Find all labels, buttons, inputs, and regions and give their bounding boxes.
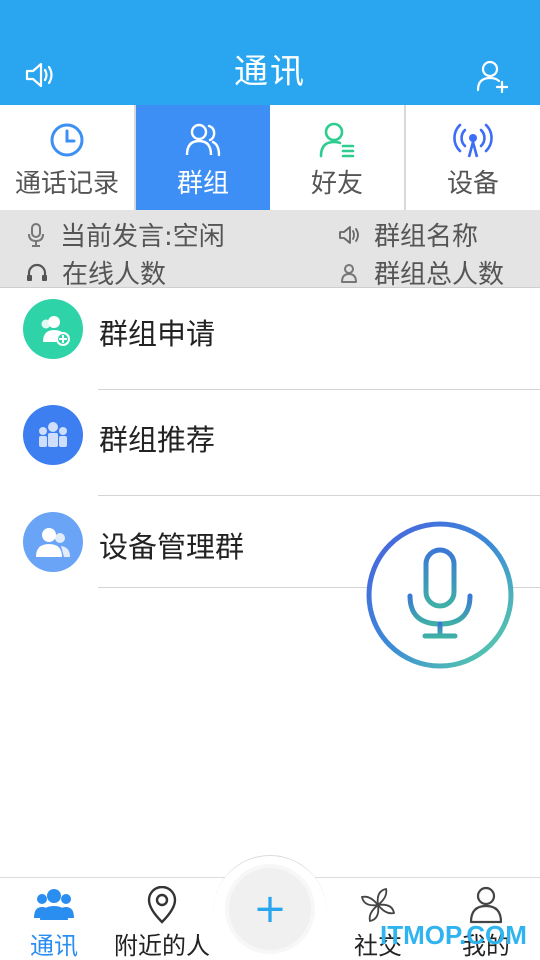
top-header: 通讯 [0,0,540,105]
current-speech-status: 当前发言:空闲 [26,216,225,253]
group-info-bar: 当前发言:空闲 在线人数 群组名称 群组总人数 [0,210,540,291]
divider [98,389,540,390]
contacts-icon [34,889,74,920]
device-signal-icon [453,123,493,158]
group-apply-icon [23,299,83,359]
person-icon [469,886,503,924]
headphones-icon [27,263,47,281]
nav-label: 附近的人 [114,932,210,960]
list-item-label: 群组推荐 [99,423,216,457]
clock-icon [50,123,84,157]
device-group-icon [23,512,83,572]
tab-label: 群组 [176,169,229,199]
nav-nearby[interactable]: 附近的人 [108,878,216,960]
watermark-text: ITMOP.COM [380,920,527,950]
list-item-label: 设备管理群 [99,530,245,564]
online-count-text: 在线人数 [62,260,167,290]
group-recommend-icon [23,405,83,465]
nav-contacts[interactable]: 通讯 [22,878,86,960]
tab-label: 设备 [446,169,499,199]
nav-label: 通讯 [30,932,78,960]
current-speech-text: 当前发言:空闲 [60,222,225,252]
tab-friends[interactable]: 好友 [270,105,406,210]
list-item-group-apply[interactable]: 群组申请 [0,299,540,405]
location-pin-icon [147,886,177,924]
page-title: 通讯 [234,52,306,92]
person-small-icon [341,263,357,283]
plus-icon: + [253,886,287,932]
microphone-small-icon [28,222,44,247]
group-total-text: 群组总人数 [374,260,505,290]
microphone-icon[interactable] [365,520,515,670]
tab-label: 好友 [310,169,363,199]
add-button[interactable]: + [229,868,311,950]
tab-bar: 通话记录 群组 好友 设备 [0,105,540,210]
divider [98,495,540,496]
list-item-label: 群组申请 [99,317,216,351]
tab-call-records[interactable]: 通话记录 [0,105,136,210]
list-item-group-recommend[interactable]: 群组推荐 [0,405,540,511]
group-name: 群组名称 [338,216,478,253]
pinwheel-icon [360,887,396,923]
tab-groups[interactable]: 群组 [136,105,270,210]
online-count: 在线人数 [26,254,166,291]
speaker-small-icon [339,225,359,244]
group-icon [185,123,221,157]
group-name-text: 群组名称 [374,222,479,252]
friend-icon [319,122,355,158]
group-total: 群组总人数 [338,254,504,291]
add-user-icon[interactable] [474,58,510,94]
tab-devices[interactable]: 设备 [406,105,540,210]
tab-label: 通话记录 [14,169,119,199]
